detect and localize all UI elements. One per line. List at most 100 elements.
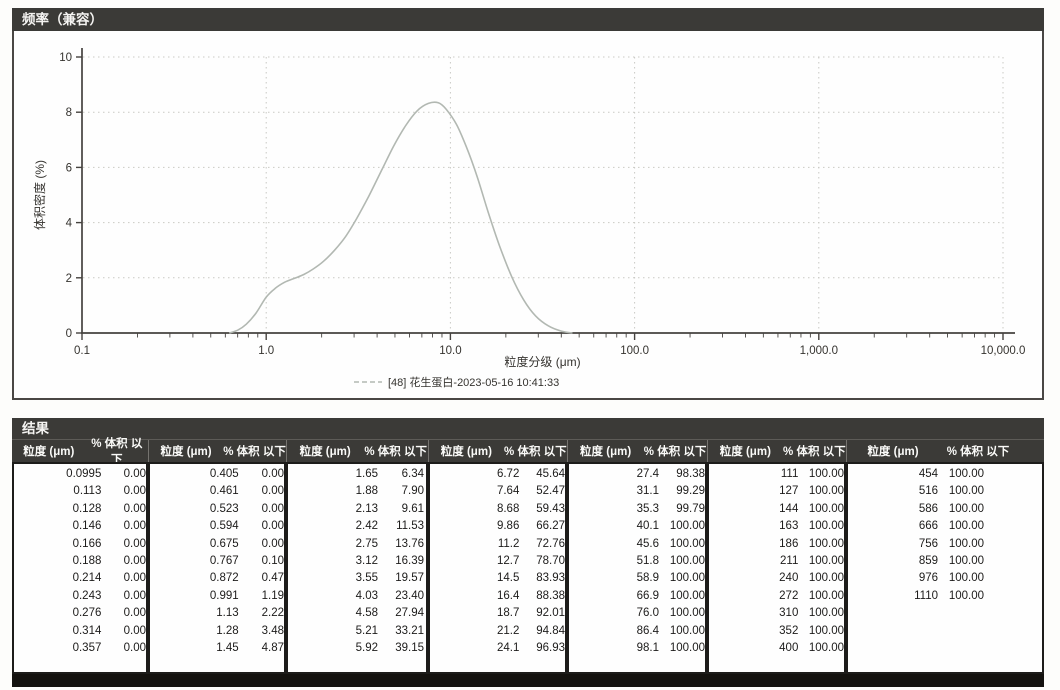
col-header-size: 粒度 (μm) [847, 443, 939, 459]
table-row: 0.9911.19 [150, 588, 284, 605]
x-tick-label: 1.0 [258, 345, 274, 357]
results-table-body: 0.09950.000.1130.000.1280.000.1460.000.1… [12, 462, 1044, 674]
pct-cell: 100.00 [659, 605, 705, 622]
table-row: 4.0323.40 [288, 588, 426, 605]
table-row: 240100.00 [709, 570, 844, 587]
size-cell: 8.68 [430, 501, 519, 518]
column-group-header: 粒度 (μm)% 体积 以下 [707, 440, 846, 462]
table-row: 5.2133.21 [288, 623, 426, 640]
column-group: 0.09950.000.1130.000.1280.000.1460.000.1… [12, 462, 148, 674]
size-cell: 27.4 [569, 466, 659, 483]
pct-cell: 0.47 [239, 570, 284, 587]
size-cell: 586 [848, 501, 938, 518]
size-cell: 1.13 [150, 605, 239, 622]
pct-cell: 94.84 [519, 623, 565, 640]
y-tick-label: 6 [66, 162, 72, 174]
size-cell: 1110 [848, 588, 938, 605]
size-cell: 40.1 [569, 518, 659, 535]
pct-cell: 100.00 [798, 640, 844, 657]
table-row: 76.0100.00 [569, 605, 705, 622]
pct-cell: 100.00 [659, 640, 705, 657]
pct-cell: 72.76 [519, 536, 565, 553]
size-cell: 976 [848, 570, 938, 587]
table-row: 5.9239.15 [288, 640, 426, 657]
table-row: 31.199.29 [569, 483, 705, 500]
size-cell: 51.8 [569, 553, 659, 570]
pct-cell: 59.43 [519, 501, 565, 518]
pct-cell: 100.00 [659, 588, 705, 605]
table-row: 1.887.90 [288, 483, 426, 500]
column-group-header: 粒度 (μm)% 体积 以下 [148, 440, 286, 462]
pct-cell: 83.93 [519, 570, 565, 587]
pct-cell: 11.53 [378, 518, 424, 535]
size-cell: 111 [709, 466, 798, 483]
table-row: 27.498.38 [569, 466, 705, 483]
size-cell: 5.21 [288, 623, 378, 640]
pct-cell: 0.00 [239, 518, 284, 535]
table-row: 454100.00 [848, 466, 1042, 483]
size-cell: 0.523 [150, 501, 239, 518]
size-cell: 4.03 [288, 588, 378, 605]
table-row: 0.1280.00 [14, 501, 146, 518]
pct-cell: 6.34 [378, 466, 424, 483]
column-group: 27.498.3831.199.2935.399.7940.1100.0045.… [567, 462, 707, 674]
table-row: 0.4050.00 [150, 466, 284, 483]
col-header-size: 粒度 (μm) [429, 443, 504, 459]
size-cell: 12.7 [430, 553, 519, 570]
table-row: 1.132.22 [150, 605, 284, 622]
column-group-header: 粒度 (μm)% 体积 以下 [428, 440, 567, 462]
y-tick-label: 8 [66, 107, 72, 119]
size-cell: 0.188 [14, 553, 101, 570]
col-header-percent: % 体积 以下 [223, 443, 286, 459]
pct-cell: 0.10 [239, 553, 284, 570]
pct-cell: 100.00 [938, 588, 984, 605]
col-header-size: 粒度 (μm) [149, 443, 223, 459]
size-cell: 400 [709, 640, 798, 657]
y-tick-label: 2 [66, 273, 72, 285]
size-cell: 211 [709, 553, 798, 570]
pct-cell: 100.00 [659, 623, 705, 640]
table-row: 24.196.93 [430, 640, 565, 657]
size-cell: 666 [848, 518, 938, 535]
size-cell: 0.314 [14, 623, 101, 640]
pct-cell: 78.70 [519, 553, 565, 570]
size-cell: 1.88 [288, 483, 378, 500]
table-row: 400100.00 [709, 640, 844, 657]
size-cell: 21.2 [430, 623, 519, 640]
pct-cell: 0.00 [239, 536, 284, 553]
pct-cell: 99.79 [659, 501, 705, 518]
column-group: 6.7245.647.6452.478.6859.439.8666.2711.2… [428, 462, 567, 674]
table-row: 127100.00 [709, 483, 844, 500]
pct-cell: 100.00 [938, 570, 984, 587]
table-row: 0.8720.47 [150, 570, 284, 587]
size-cell: 3.12 [288, 553, 378, 570]
size-cell: 0.675 [150, 536, 239, 553]
table-row: 98.1100.00 [569, 640, 705, 657]
size-cell: 163 [709, 518, 798, 535]
table-row: 0.6750.00 [150, 536, 284, 553]
size-cell: 6.72 [430, 466, 519, 483]
table-row: 352100.00 [709, 623, 844, 640]
pct-cell: 100.00 [798, 570, 844, 587]
table-row: 2.139.61 [288, 501, 426, 518]
results-panel-title: 结果 [12, 418, 1044, 439]
column-group: 454100.00516100.00586100.00666100.007561… [846, 462, 1044, 674]
pct-cell: 100.00 [938, 518, 984, 535]
pct-cell: 100.00 [798, 553, 844, 570]
pct-cell: 9.61 [378, 501, 424, 518]
table-row: 211100.00 [709, 553, 844, 570]
x-tick-label: 0.1 [74, 345, 90, 357]
size-cell: 0.276 [14, 605, 101, 622]
size-cell: 0.243 [14, 588, 101, 605]
size-cell: 86.4 [569, 623, 659, 640]
table-row: 586100.00 [848, 501, 1042, 518]
table-row: 0.1880.00 [14, 553, 146, 570]
size-cell: 66.9 [569, 588, 659, 605]
table-row: 859100.00 [848, 553, 1042, 570]
pct-cell: 39.15 [378, 640, 424, 657]
col-header-percent: % 体积 以下 [783, 443, 846, 459]
size-cell: 1.65 [288, 466, 378, 483]
pct-cell: 100.00 [798, 518, 844, 535]
size-cell: 18.7 [430, 605, 519, 622]
table-row: 0.1460.00 [14, 518, 146, 535]
